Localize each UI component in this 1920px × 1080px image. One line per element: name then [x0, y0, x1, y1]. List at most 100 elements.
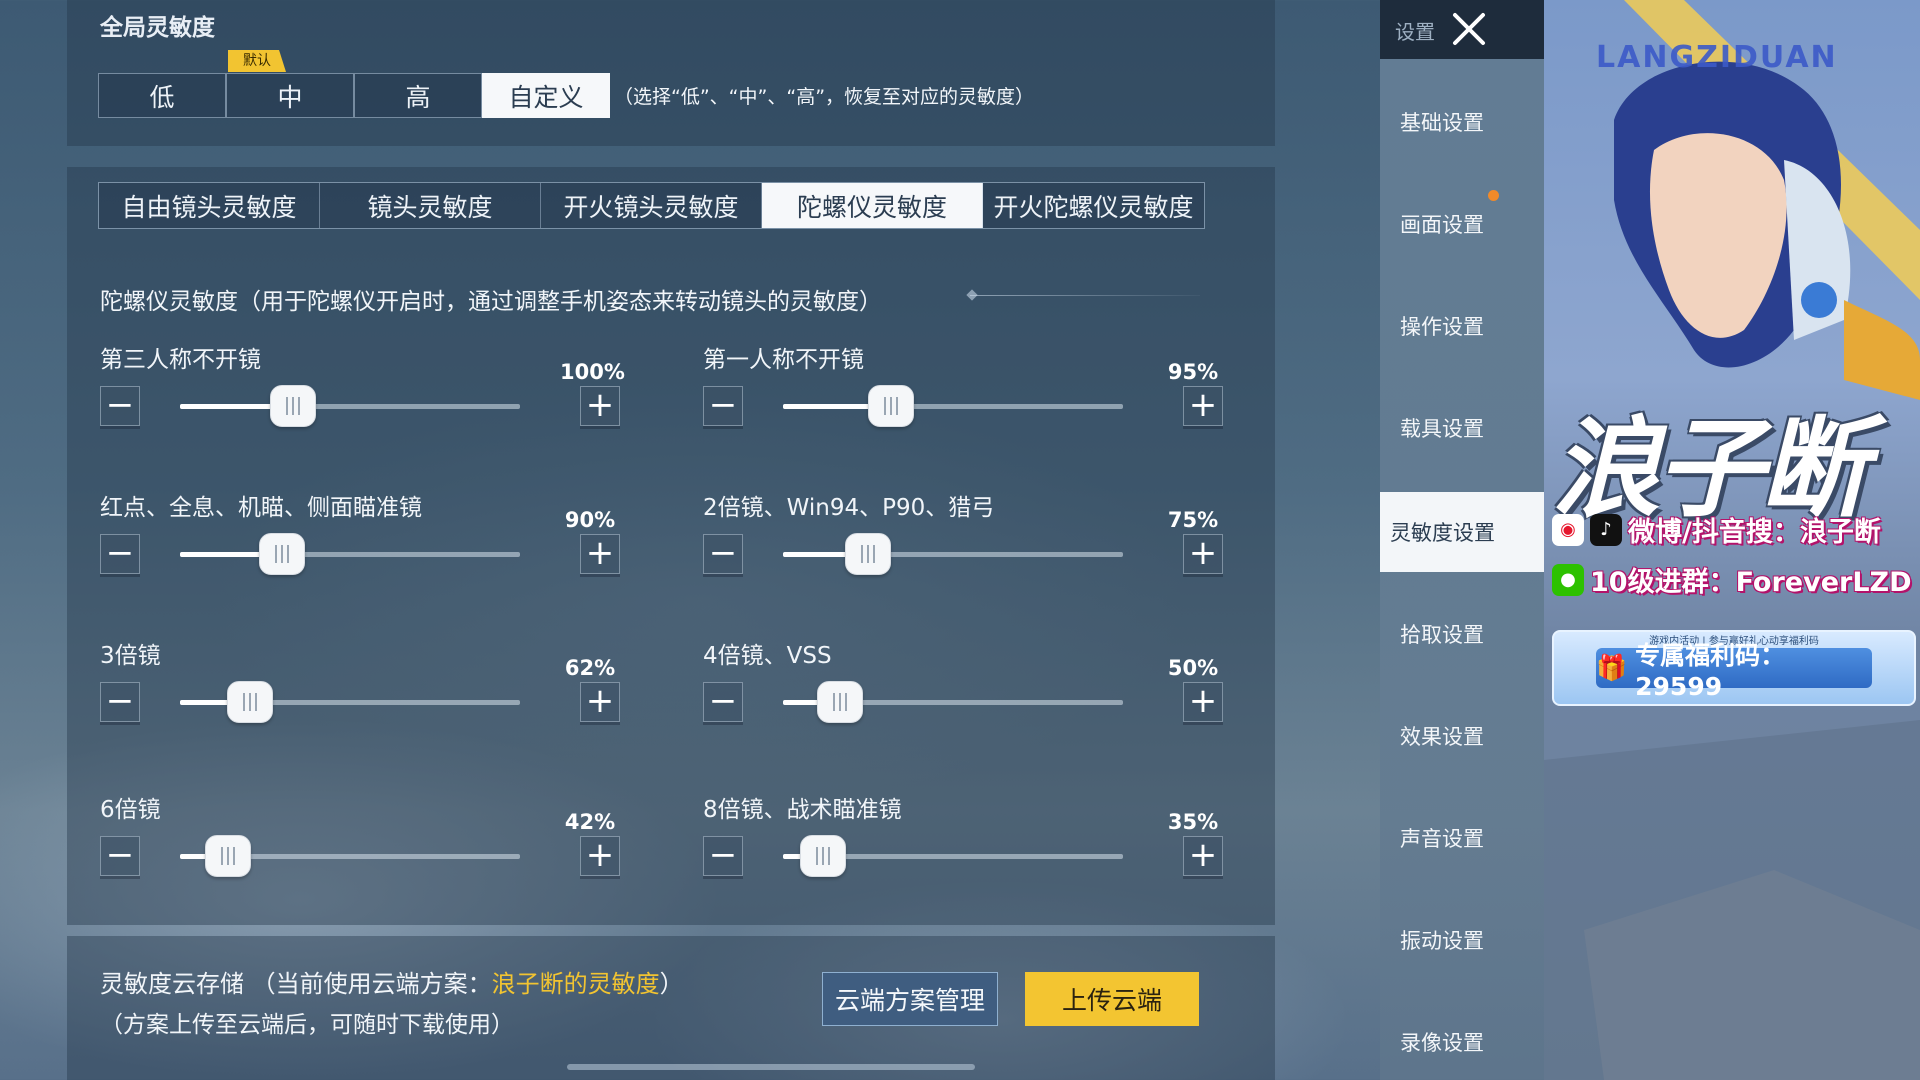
promo-weibo-douyin: ◉ ♪ 微博/抖音搜：浪子断	[1552, 510, 1881, 549]
slider-label: 3倍镜	[100, 643, 161, 669]
slider-track[interactable]	[783, 533, 1123, 575]
promo-line-2: 10级进群：ForeverLZD	[1590, 567, 1912, 598]
decrease-button[interactable]: −	[703, 682, 743, 722]
increase-button[interactable]: +	[1183, 836, 1223, 876]
increase-button[interactable]: +	[1183, 682, 1223, 722]
slider-thumb[interactable]	[800, 835, 846, 877]
cloud-manage-button[interactable]: 云端方案管理	[822, 972, 998, 1026]
decrease-button[interactable]: −	[703, 534, 743, 574]
decrease-button[interactable]: −	[100, 682, 140, 722]
slider-thumb[interactable]	[259, 533, 305, 575]
tab-free-camera[interactable]: 自由镜头灵敏度	[99, 183, 320, 228]
cloud-current-scheme: 浪子断的灵敏度	[491, 970, 660, 998]
slider-track[interactable]	[783, 385, 1123, 427]
preset-hint: （选择“低”、“中”、“高”，恢复至对应的灵敏度）	[614, 86, 1035, 108]
slider-row: 8倍镜、战术瞄准镜 35% − +	[703, 790, 1223, 910]
nav-item-effects[interactable]: 效果设置	[1380, 696, 1544, 776]
slider-value: 35%	[1167, 810, 1219, 834]
slider-thumb[interactable]	[205, 835, 251, 877]
slider-track[interactable]	[783, 681, 1123, 723]
brand-logo: LANGZIDUAN	[1596, 40, 1838, 75]
slider-track[interactable]	[180, 681, 520, 723]
promo-group: ● 10级进群：ForeverLZD	[1552, 560, 1912, 599]
slider-label: 8倍镜、战术瞄准镜	[703, 797, 902, 823]
upload-cloud-button[interactable]: 上传云端	[1025, 972, 1199, 1026]
decrease-button[interactable]: −	[703, 386, 743, 426]
slider-track[interactable]	[180, 385, 520, 427]
nav-item-vehicle[interactable]: 载具设置	[1380, 388, 1544, 468]
section-divider	[970, 295, 1200, 296]
preset-selector: 低 中 高 自定义	[98, 73, 610, 118]
sensitivity-tabs: 自由镜头灵敏度 镜头灵敏度 开火镜头灵敏度 陀螺仪灵敏度 开火陀螺仪灵敏度	[98, 182, 1205, 229]
cloud-storage-title: 灵敏度云存储 （当前使用云端方案：浪子断的灵敏度）	[100, 964, 684, 999]
increase-button[interactable]: +	[580, 534, 620, 574]
weibo-icon: ◉	[1552, 513, 1584, 546]
gift-icon: 🎁	[1596, 653, 1628, 682]
slider-label: 6倍镜	[100, 797, 161, 823]
cloud-storage-subtitle: （方案上传至云端后，可随时下载使用）	[100, 1012, 514, 1038]
increase-button[interactable]: +	[580, 682, 620, 722]
slider-thumb[interactable]	[270, 385, 316, 427]
tab-fire-camera[interactable]: 开火镜头灵敏度	[541, 183, 762, 228]
preset-low-button[interactable]: 低	[98, 73, 226, 118]
increase-button[interactable]: +	[1183, 386, 1223, 426]
tab-gyroscope[interactable]: 陀螺仪灵敏度	[762, 183, 983, 228]
nav-item-controls[interactable]: 操作设置	[1380, 286, 1544, 366]
promo-code-text: 专属福利码：29599	[1635, 640, 1786, 701]
decrease-button[interactable]: −	[100, 836, 140, 876]
tab-fire-gyroscope[interactable]: 开火陀螺仪灵敏度	[983, 183, 1204, 228]
slider-track[interactable]	[783, 835, 1123, 877]
slider-value: 100%	[560, 360, 625, 384]
increase-button[interactable]: +	[580, 386, 620, 426]
slider-row: 6倍镜 42% − +	[100, 790, 620, 910]
preset-custom-button[interactable]: 自定义	[482, 73, 610, 118]
nav-item-sensitivity[interactable]: 灵敏度设置	[1380, 492, 1544, 572]
slider-thumb[interactable]	[868, 385, 914, 427]
cloud-title-text: 灵敏度云存储	[100, 970, 244, 998]
notification-dot	[1488, 190, 1499, 201]
preset-high-button[interactable]: 高	[354, 73, 482, 118]
decrease-button[interactable]: −	[100, 386, 140, 426]
slider-value: 50%	[1167, 656, 1219, 680]
nav-item-sound[interactable]: 声音设置	[1380, 798, 1544, 878]
settings-header-label: 设置	[1395, 20, 1435, 44]
nav-item-pickup[interactable]: 拾取设置	[1380, 594, 1544, 674]
decrease-button[interactable]: −	[100, 534, 140, 574]
cloud-current-prefix: （当前使用云端方案：	[251, 970, 492, 998]
nav-item-graphics[interactable]: 画面设置	[1380, 184, 1544, 264]
slider-thumb[interactable]	[817, 681, 863, 723]
slider-label: 2倍镜、Win94、P90、猎弓	[703, 495, 995, 521]
decrease-button[interactable]: −	[703, 836, 743, 876]
section-title: 陀螺仪灵敏度（用于陀螺仪开启时，通过调整手机姿态来转动镜头的灵敏度）	[100, 289, 882, 315]
close-icon[interactable]	[1448, 8, 1490, 50]
slider-thumb[interactable]	[227, 681, 273, 723]
wechat-icon: ●	[1552, 563, 1584, 596]
slider-row: 4倍镜、VSS 50% − +	[703, 636, 1223, 756]
slider-label: 红点、全息、机瞄、侧面瞄准镜	[100, 495, 422, 521]
increase-button[interactable]: +	[1183, 534, 1223, 574]
slider-value: 62%	[564, 656, 616, 680]
tab-camera[interactable]: 镜头灵敏度	[320, 183, 541, 228]
increase-button[interactable]: +	[580, 836, 620, 876]
nav-item-replay[interactable]: 录像设置	[1380, 1002, 1544, 1080]
slider-value: 90%	[564, 508, 616, 532]
slider-label: 4倍镜、VSS	[703, 643, 832, 669]
slider-thumb[interactable]	[845, 533, 891, 575]
scroll-indicator[interactable]	[567, 1064, 975, 1070]
preset-medium-button[interactable]: 中	[226, 73, 354, 118]
nav-item-basic[interactable]: 基础设置	[1380, 82, 1544, 162]
slider-row: 第三人称不开镜 100% − +	[100, 340, 625, 460]
slider-row: 第一人称不开镜 95% − +	[703, 340, 1223, 460]
cloud-current-suffix: ）	[659, 970, 684, 998]
promo-code: 🎁 专属福利码：29599	[1596, 641, 1872, 701]
promo-line-1: 微博/抖音搜：浪子断	[1628, 517, 1881, 548]
slider-track[interactable]	[180, 835, 520, 877]
tiktok-icon: ♪	[1590, 513, 1622, 546]
slider-row: 3倍镜 62% − +	[100, 636, 620, 756]
slider-label: 第一人称不开镜	[703, 347, 864, 373]
slider-row: 红点、全息、机瞄、侧面瞄准镜 90% − +	[100, 488, 620, 608]
nav-item-vibration[interactable]: 振动设置	[1380, 900, 1544, 980]
slider-track[interactable]	[180, 533, 520, 575]
slider-label: 第三人称不开镜	[100, 347, 261, 373]
slider-row: 2倍镜、Win94、P90、猎弓 75% − +	[703, 488, 1223, 608]
